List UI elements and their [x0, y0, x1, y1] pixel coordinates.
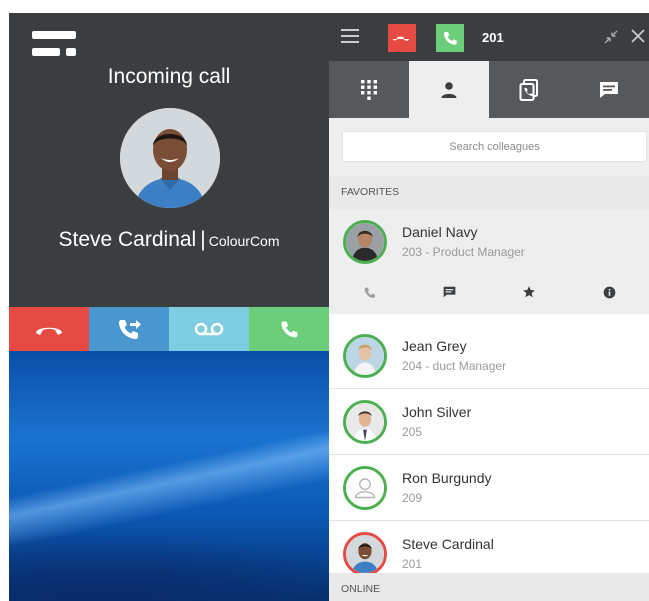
- caller-info: Steve Cardinal | ColourCom: [9, 228, 329, 252]
- contact-row-jean-grey[interactable]: Jean Grey 204 - duct Manager: [329, 323, 649, 389]
- hangup-icon: [393, 36, 410, 42]
- close-icon[interactable]: [629, 27, 647, 45]
- avatar: [343, 334, 387, 378]
- softphone-tabs: [329, 61, 649, 118]
- hangup-button[interactable]: [9, 307, 89, 351]
- contact-name: Daniel Navy: [402, 224, 478, 240]
- search-colleagues-input[interactable]: [342, 131, 647, 162]
- caller-name: Steve Cardinal: [58, 228, 197, 251]
- tab-keypad[interactable]: [329, 61, 409, 118]
- chat-icon: [443, 286, 455, 298]
- contact-name: Jean Grey: [402, 338, 467, 354]
- avatar: [343, 400, 387, 444]
- contact-name: Ron Burgundy: [402, 470, 492, 486]
- contact-extension: 205: [402, 425, 423, 439]
- transfer-call-icon: [119, 320, 141, 339]
- tab-contacts[interactable]: [409, 61, 489, 118]
- caller-avatar: [120, 108, 220, 208]
- call-contact-button[interactable]: [329, 275, 409, 309]
- contact-row-john-silver[interactable]: John Silver 205: [329, 389, 649, 455]
- star-icon: [523, 286, 535, 298]
- online-header: ONLINE: [329, 573, 649, 601]
- minimize-icon[interactable]: [603, 29, 619, 45]
- contact-icon: [441, 81, 457, 98]
- chat-icon: [600, 81, 618, 98]
- answer-button[interactable]: [249, 307, 329, 351]
- avatar: [343, 466, 387, 510]
- tab-chat[interactable]: [569, 61, 649, 118]
- voicemail-icon: [194, 322, 224, 336]
- caller-company: ColourCom: [208, 233, 280, 249]
- contact-extension: 209: [402, 491, 423, 505]
- avatar: [343, 220, 387, 264]
- avatar: [343, 532, 387, 576]
- contact-extension: 203 - Product Manager: [402, 245, 525, 259]
- contact-name: Steve Cardinal: [402, 536, 494, 552]
- contact-row-daniel-navy[interactable]: Daniel Navy 203 - Product Manager: [329, 209, 649, 314]
- softphone-topbar: 201: [329, 13, 649, 61]
- tab-history[interactable]: [489, 61, 569, 118]
- hamburger-menu-icon[interactable]: [341, 29, 359, 43]
- incoming-call-title: Incoming call: [107, 65, 231, 88]
- chat-contact-button[interactable]: [409, 275, 489, 309]
- phone-icon: [281, 321, 298, 338]
- info-icon: [603, 286, 615, 298]
- search-area: [329, 118, 649, 176]
- desktop-wallpaper: [9, 351, 329, 601]
- contact-actions: [329, 275, 649, 309]
- phone-icon: [444, 32, 457, 45]
- screen: Incoming call Steve Cardinal|ColourCom: [0, 0, 649, 601]
- left-area: Incoming call Steve Cardinal | ColourCom: [9, 0, 329, 601]
- contact-name: John Silver: [402, 404, 472, 420]
- contact-row-ron-burgundy[interactable]: Ron Burgundy 209: [329, 455, 649, 521]
- phone-icon: [364, 287, 375, 298]
- call-history-icon: [519, 78, 538, 101]
- contact-extension: 204 - duct Manager: [402, 359, 507, 373]
- transfer-button[interactable]: [89, 307, 169, 351]
- softphone-panel: 201 Search colleagues FAVORITES Daniel N…: [329, 13, 649, 601]
- voicemail-button[interactable]: [169, 307, 249, 351]
- contact-extension: 201: [402, 557, 423, 571]
- keypad-icon: [361, 79, 377, 100]
- hangup-icon: [36, 327, 62, 335]
- favorite-contact-button[interactable]: [489, 275, 569, 309]
- caller-separator: |: [200, 228, 206, 251]
- own-extension: 201: [482, 30, 504, 45]
- favorites-header: FAVORITES: [329, 176, 649, 209]
- incoming-call-popup: Incoming call Steve Cardinal | ColourCom: [9, 13, 329, 307]
- call-action-bar: [9, 307, 329, 351]
- app-logo-icon: [32, 31, 76, 57]
- topbar-answer-button[interactable]: [436, 24, 464, 52]
- user-placeholder-icon: [346, 469, 384, 507]
- topbar-hangup-button[interactable]: [388, 24, 416, 52]
- contact-info-button[interactable]: [569, 275, 649, 309]
